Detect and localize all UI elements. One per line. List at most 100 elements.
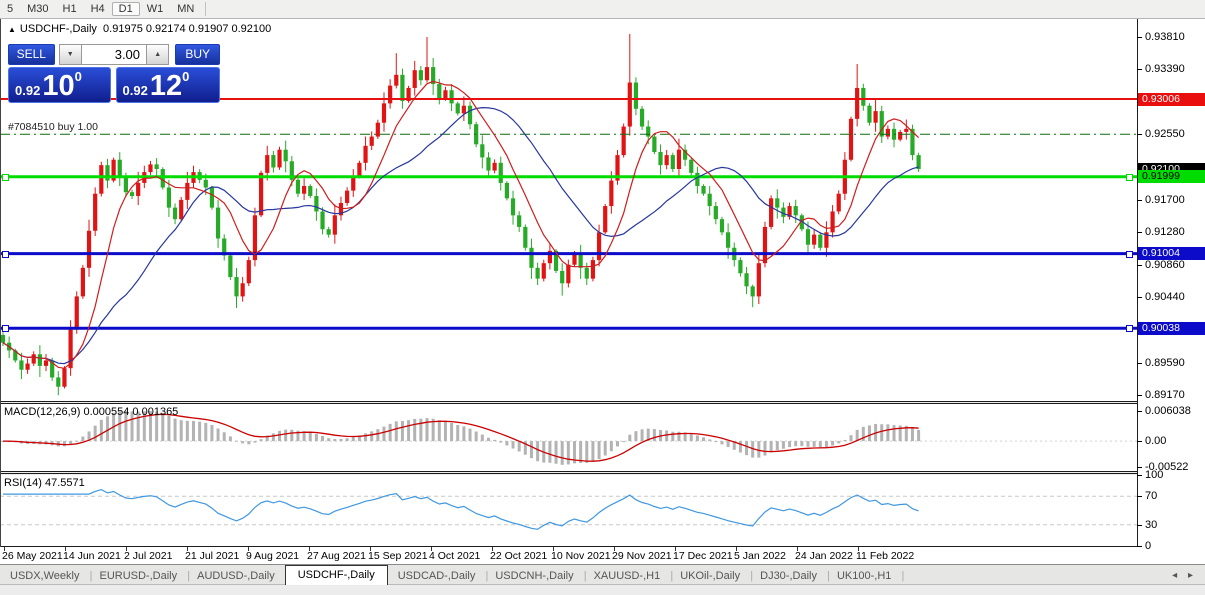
tab-uk100-h1[interactable]: UK100-,H1	[827, 567, 905, 585]
macd-histogram-bar	[327, 438, 331, 442]
macd-histogram-bar	[880, 424, 884, 442]
candle-body	[86, 230, 92, 268]
candle-body	[492, 162, 497, 171]
candle-body	[0, 334, 6, 343]
date-axis[interactable]: 26 May 2021 14 Jun 2021 2 Jul 2021 21 Jul 2…	[0, 547, 1205, 564]
candle-body	[676, 149, 682, 170]
candle-body	[836, 193, 841, 212]
candle-body	[486, 157, 491, 171]
line-anchor-handle[interactable]	[1126, 250, 1133, 258]
macd-histogram-bar	[548, 441, 552, 463]
panel-separator[interactable]	[0, 401, 1205, 402]
macd-histogram-bar	[468, 428, 472, 442]
timeframe-d1[interactable]: D1	[111, 2, 140, 16]
candle-body	[37, 354, 42, 366]
macd-histogram-bar	[93, 425, 97, 442]
sell-price-quote[interactable]: 0.92 10 0	[8, 67, 111, 103]
rsi-header: RSI(14) 47.5571	[4, 477, 85, 489]
buy-price-quote[interactable]: 0.92 12 0	[115, 67, 220, 103]
date-axis-label: 14 Jun 2021	[63, 550, 121, 562]
candle-body	[302, 185, 307, 194]
candle-body	[375, 122, 380, 137]
price-axis-tick-label: 0.90860	[1145, 258, 1185, 271]
macd-histogram-bar	[480, 434, 484, 442]
tab-dj30-daily[interactable]: DJ30-,Daily	[750, 567, 830, 585]
macd-histogram-bar	[794, 441, 798, 447]
tab-scroll-right-icon[interactable]: ▸	[1184, 570, 1197, 581]
tab-usdchf-daily[interactable]: USDCHF-,Daily	[284, 565, 388, 585]
macd-histogram-bar	[597, 441, 601, 460]
line-anchor-handle[interactable]	[2, 325, 9, 333]
candle-body	[136, 182, 141, 197]
candle-body	[639, 108, 645, 127]
macd-histogram-bar	[554, 441, 558, 464]
macd-histogram-bar	[886, 424, 890, 442]
collapse-panel-icon[interactable]: ▲	[8, 25, 16, 34]
candle-body	[93, 193, 98, 231]
tab-usdcad-daily[interactable]: USDCAD-,Daily	[388, 567, 488, 585]
panel-separator[interactable]	[0, 471, 1205, 472]
price-axis-tick-mark	[1137, 36, 1142, 38]
macd-histogram-bar	[591, 441, 595, 462]
timeframe-m5[interactable]: 5	[0, 2, 20, 16]
tab-scroll-nav: ◂ ▸	[1168, 570, 1197, 581]
candle-body	[867, 105, 872, 123]
macd-histogram-bar	[843, 439, 847, 442]
tab-xauusd-h1[interactable]: XAUUSD-,H1	[584, 567, 673, 585]
line-anchor-handle[interactable]	[1126, 173, 1133, 181]
rsi-svg	[0, 488, 1137, 530]
buy-button[interactable]: BUY	[175, 44, 220, 65]
line-anchor-handle[interactable]	[2, 250, 9, 258]
tab-audusd-daily[interactable]: AUDUSD-,Daily	[187, 567, 287, 585]
tab-usdcnh-daily[interactable]: USDCNH-,Daily	[485, 567, 586, 585]
panel-separator	[0, 403, 1205, 404]
candle-body	[609, 180, 614, 207]
candle-body	[443, 90, 448, 98]
volume-increase-icon[interactable]: ▲	[146, 44, 170, 65]
candle-body	[345, 190, 350, 203]
timeframe-w1[interactable]: W1	[140, 2, 171, 16]
macd-histogram-bar	[708, 439, 712, 442]
volume-decrease-icon[interactable]: ▼	[58, 44, 82, 65]
tab-ukoil-daily[interactable]: UKOil-,Daily	[670, 567, 753, 585]
chart-left-border	[0, 19, 1, 564]
date-axis-label: 15 Sep 2021	[368, 550, 428, 562]
timeframe-mn[interactable]: MN	[170, 2, 201, 16]
line-anchor-handle[interactable]	[1126, 325, 1133, 333]
tab-scroll-left-icon[interactable]: ◂	[1168, 570, 1181, 581]
candle-body	[756, 263, 761, 297]
sell-price-pips: 10	[42, 70, 75, 102]
tab-eurusd-daily[interactable]: EURUSD-,Daily	[89, 567, 189, 585]
timeframe-h4[interactable]: H4	[84, 2, 112, 16]
timeframe-h1[interactable]: H1	[56, 2, 84, 16]
candle-body	[19, 360, 24, 370]
macd-axis-tick-mark	[1137, 467, 1142, 469]
sell-button[interactable]: SELL	[8, 44, 55, 65]
candle-body	[707, 193, 712, 207]
price-axis-tick-label: 0.89170	[1145, 389, 1185, 402]
candle-body	[203, 179, 208, 188]
macd-axis-label: 0.00	[1145, 435, 1167, 448]
macd-histogram-bar	[407, 420, 411, 442]
macd-histogram-bar	[191, 420, 195, 442]
symbol-title: USDCHF-,Daily	[19, 23, 97, 35]
macd-histogram-bar	[640, 429, 644, 442]
date-axis-label: 24 Jan 2022	[795, 550, 853, 562]
candle-body	[412, 70, 417, 88]
timeframe-m30[interactable]: M30	[20, 2, 55, 16]
tab-usdx-weekly[interactable]: USDX,Weekly	[0, 567, 93, 585]
date-axis-label: 4 Oct 2021	[429, 550, 481, 562]
candle-body	[437, 84, 442, 98]
candle-body	[664, 155, 669, 166]
price-marker-label: 0.90038	[1138, 321, 1205, 335]
macd-histogram-bar	[738, 441, 742, 453]
candle-body	[154, 164, 159, 170]
candle-body	[535, 267, 540, 279]
price-axis-tick-mark	[1137, 362, 1142, 364]
macd-histogram-bar	[867, 425, 871, 442]
macd-histogram-bar	[609, 441, 613, 452]
candle-body	[381, 103, 387, 123]
line-anchor-handle[interactable]	[2, 173, 9, 181]
volume-input[interactable]: 3.00	[81, 44, 147, 65]
candle-body	[394, 74, 399, 86]
